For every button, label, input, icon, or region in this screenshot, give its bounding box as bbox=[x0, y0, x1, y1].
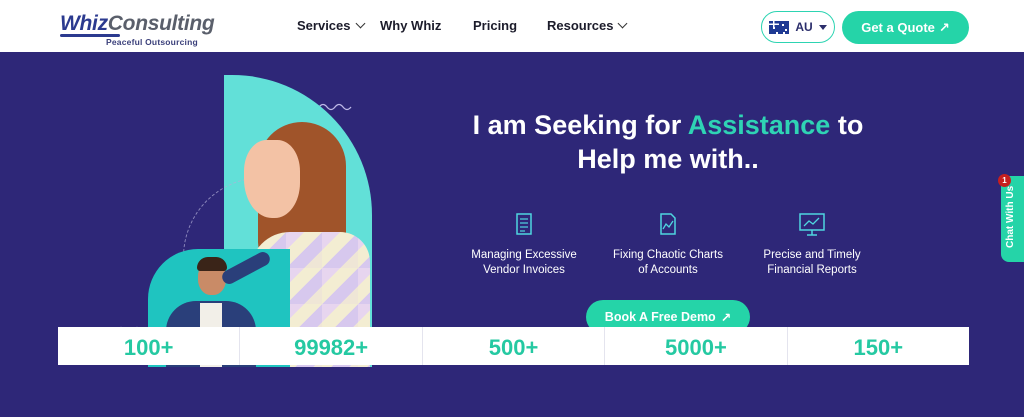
whiz-consulting-logo[interactable]: WhizConsulting Peaceful Outsourcing bbox=[60, 12, 215, 47]
get-a-quote-button[interactable]: Get a Quote ↗ bbox=[842, 11, 969, 44]
hero-heading-accent: Assistance bbox=[687, 110, 831, 140]
feature-line2: Vendor Invoices bbox=[483, 264, 565, 276]
chat-notification-badge: 1 bbox=[998, 174, 1011, 187]
stat-item: 100+ bbox=[58, 327, 241, 365]
feature-vendor-invoices[interactable]: Managing Excessive Vendor Invoices bbox=[454, 212, 594, 278]
stats-strip: 100+ 99982+ 500+ 5000+ 150+ bbox=[58, 327, 969, 365]
nav-services-label: Services bbox=[297, 18, 351, 33]
man-arm bbox=[219, 249, 273, 287]
stat-item: 99982+ bbox=[240, 327, 423, 365]
logo-wordmark: WhizConsulting bbox=[60, 12, 215, 36]
caret-down-icon bbox=[818, 24, 827, 30]
woman-face bbox=[244, 140, 300, 218]
stat-item: 5000+ bbox=[605, 327, 788, 365]
get-a-quote-label: Get a Quote bbox=[861, 20, 935, 35]
feature-line2: of Accounts bbox=[638, 264, 698, 276]
region-label: AU bbox=[795, 20, 813, 34]
chevron-down-icon bbox=[618, 18, 628, 29]
logo-consulting-text: Consulting bbox=[107, 12, 215, 35]
stat-value: 5000+ bbox=[665, 335, 727, 360]
feature-line1: Managing Excessive bbox=[471, 249, 577, 261]
nav-why-whiz[interactable]: Why Whiz bbox=[380, 18, 441, 33]
stat-item: 500+ bbox=[423, 327, 606, 365]
australia-flag-icon bbox=[769, 20, 790, 34]
feature-line2: Financial Reports bbox=[767, 264, 857, 276]
stat-value: 150+ bbox=[853, 335, 904, 360]
hero-heading: I am Seeking for Assistance to Help me w… bbox=[430, 108, 906, 176]
feature-charts-of-accounts[interactable]: Fixing Chaotic Charts of Accounts bbox=[598, 212, 738, 278]
book-free-demo-label: Book A Free Demo bbox=[604, 310, 716, 324]
nav-resources-label: Resources bbox=[547, 18, 614, 33]
report-board-icon bbox=[799, 213, 825, 236]
logo-whiz-text: Whiz bbox=[60, 12, 108, 35]
stat-value: 100+ bbox=[123, 335, 174, 360]
nav-resources[interactable]: Resources bbox=[547, 18, 628, 33]
region-selector[interactable]: AU bbox=[761, 11, 835, 43]
nav-pricing[interactable]: Pricing bbox=[473, 18, 517, 33]
arrow-up-right-icon: ↗ bbox=[938, 19, 950, 35]
man-hair bbox=[197, 257, 227, 271]
feature-line1: Fixing Chaotic Charts bbox=[613, 249, 723, 261]
hero-heading-line2: Help me with.. bbox=[577, 144, 759, 174]
chevron-down-icon bbox=[355, 18, 365, 29]
invoice-icon bbox=[516, 213, 532, 235]
hero-heading-part1: I am Seeking for bbox=[472, 110, 682, 140]
chart-document-icon bbox=[660, 213, 676, 235]
arrow-up-right-icon: ↗ bbox=[720, 310, 732, 325]
logo-tagline: Peaceful Outsourcing bbox=[106, 37, 198, 47]
feature-line1: Precise and Timely bbox=[763, 249, 861, 261]
nav-why-whiz-label: Why Whiz bbox=[380, 18, 442, 33]
stat-item: 150+ bbox=[788, 327, 969, 365]
site-header: WhizConsulting Peaceful Outsourcing Serv… bbox=[0, 0, 1024, 52]
feature-financial-reports[interactable]: Precise and Timely Financial Reports bbox=[742, 212, 882, 278]
nav-services[interactable]: Services bbox=[297, 18, 365, 33]
stat-value: 500+ bbox=[488, 335, 539, 360]
hero-heading-part2: to bbox=[837, 110, 864, 140]
stat-value: 99982+ bbox=[294, 335, 369, 360]
nav-pricing-label: Pricing bbox=[473, 18, 518, 33]
